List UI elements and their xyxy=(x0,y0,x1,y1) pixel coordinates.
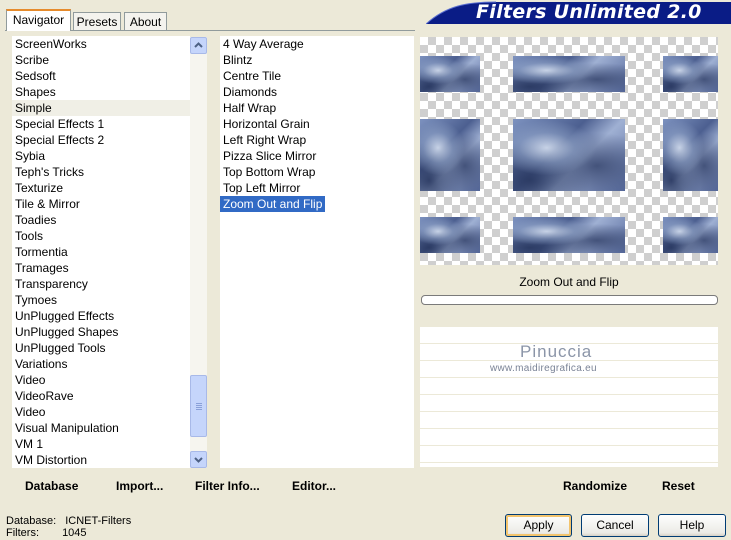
category-item[interactable]: Visual Manipulation xyxy=(12,420,190,436)
apply-button[interactable]: Apply xyxy=(505,514,572,537)
category-item[interactable]: Toadies xyxy=(12,212,190,228)
filter-item-row[interactable]: 4 Way Average xyxy=(220,36,414,52)
filter-item-row[interactable]: Top Bottom Wrap xyxy=(220,164,414,180)
category-item[interactable]: VM Distortion xyxy=(12,452,190,468)
category-item[interactable]: Scribe xyxy=(12,52,190,68)
category-item[interactable]: Video xyxy=(12,372,190,388)
filter-item-row[interactable]: Half Wrap xyxy=(220,100,414,116)
filter-item[interactable]: Horizontal Grain xyxy=(220,116,414,132)
filter-item-row[interactable]: Left Right Wrap xyxy=(220,132,414,148)
filter-info-button[interactable]: Filter Info... xyxy=(195,479,260,493)
filter-item-row[interactable]: Top Left Mirror xyxy=(220,180,414,196)
cancel-button[interactable]: Cancel xyxy=(581,514,649,537)
progress-bar xyxy=(421,295,718,305)
filter-item-row[interactable]: Horizontal Grain xyxy=(220,116,414,132)
category-scrollbar[interactable] xyxy=(190,37,207,468)
chevron-down-icon xyxy=(194,457,203,463)
category-list[interactable]: ScreenWorks Scribe Sedsoft Shapes Simple Spec… xyxy=(12,36,190,468)
category-item[interactable]: Tymoes xyxy=(12,292,190,308)
tab-about[interactable]: About xyxy=(124,12,167,30)
reset-button[interactable]: Reset xyxy=(662,479,695,493)
filter-item[interactable]: Centre Tile xyxy=(220,68,414,84)
filter-item[interactable]: Blintz xyxy=(220,52,414,68)
category-item[interactable]: ScreenWorks xyxy=(12,36,190,52)
filter-item-row[interactable]: Centre Tile xyxy=(220,68,414,84)
import-button[interactable]: Import... xyxy=(116,479,163,493)
filter-item[interactable]: Diamonds xyxy=(220,84,414,100)
filter-item[interactable]: Top Bottom Wrap xyxy=(220,164,414,180)
database-button[interactable]: Database xyxy=(25,479,78,493)
tab-navigator[interactable]: Navigator xyxy=(6,9,71,31)
category-item[interactable]: Tile & Mirror xyxy=(12,196,190,212)
status-filters-label: Filters: xyxy=(6,527,39,539)
category-item[interactable]: Variations xyxy=(12,356,190,372)
category-item[interactable]: UnPlugged Effects xyxy=(12,308,190,324)
filter-item[interactable]: Zoom Out and Flip xyxy=(220,196,326,212)
category-item[interactable]: Tools xyxy=(12,228,190,244)
category-item[interactable]: Texturize xyxy=(12,180,190,196)
watermark-name: Pinuccia xyxy=(520,342,593,361)
category-item[interactable]: Tramages xyxy=(12,260,190,276)
category-item[interactable]: Special Effects 2 xyxy=(12,132,190,148)
filter-item-row[interactable]: Blintz xyxy=(220,52,414,68)
status-database: Database: ICNET-Filters xyxy=(6,515,131,527)
category-item[interactable]: UnPlugged Tools xyxy=(12,340,190,356)
scroll-up-button[interactable] xyxy=(190,37,207,54)
filter-item[interactable]: Half Wrap xyxy=(220,100,414,116)
chevron-up-icon xyxy=(194,42,203,48)
category-item[interactable]: Teph's Tricks xyxy=(12,164,190,180)
filter-item[interactable]: Left Right Wrap xyxy=(220,132,414,148)
watermark-url: www.maidiregrafica.eu xyxy=(490,363,597,374)
category-item[interactable]: Video xyxy=(12,404,190,420)
category-item[interactable]: Transparency xyxy=(12,276,190,292)
filter-list[interactable]: 4 Way Average Blintz Centre Tile Diamonds Ha… xyxy=(220,36,414,468)
category-item[interactable]: Simple xyxy=(12,100,190,116)
category-item[interactable]: Special Effects 1 xyxy=(12,116,190,132)
preview-image xyxy=(420,37,718,265)
category-item[interactable]: Sedsoft xyxy=(12,68,190,84)
filter-item-row[interactable]: Pizza Slice Mirror xyxy=(220,148,414,164)
filter-item[interactable]: Top Left Mirror xyxy=(220,180,414,196)
filter-item-row[interactable]: Zoom Out and Flip xyxy=(220,196,414,212)
current-filter-name: Zoom Out and Flip xyxy=(420,271,718,293)
app-title: Filters Unlimited 2.0 xyxy=(476,1,702,23)
filter-item-row[interactable]: Diamonds xyxy=(220,84,414,100)
tab-presets[interactable]: Presets xyxy=(73,12,121,30)
scroll-down-button[interactable] xyxy=(190,451,207,468)
category-item[interactable]: Shapes xyxy=(12,84,190,100)
status-filters: Filters: 1045 xyxy=(6,527,87,539)
status-database-value: ICNET-Filters xyxy=(65,515,132,527)
category-item[interactable]: VM 1 xyxy=(12,436,190,452)
filter-item[interactable]: Pizza Slice Mirror xyxy=(220,148,414,164)
scroll-thumb[interactable] xyxy=(190,375,207,437)
category-item[interactable]: Tormentia xyxy=(12,244,190,260)
filter-item[interactable]: 4 Way Average xyxy=(220,36,414,52)
help-button[interactable]: Help xyxy=(658,514,726,537)
editor-button[interactable]: Editor... xyxy=(292,479,336,493)
status-database-label: Database: xyxy=(6,515,57,527)
category-item[interactable]: UnPlugged Shapes xyxy=(12,324,190,340)
status-filters-value: 1045 xyxy=(62,527,87,539)
randomize-button[interactable]: Randomize xyxy=(563,479,627,493)
category-item[interactable]: Sybia xyxy=(12,148,190,164)
category-item[interactable]: VideoRave xyxy=(12,388,190,404)
